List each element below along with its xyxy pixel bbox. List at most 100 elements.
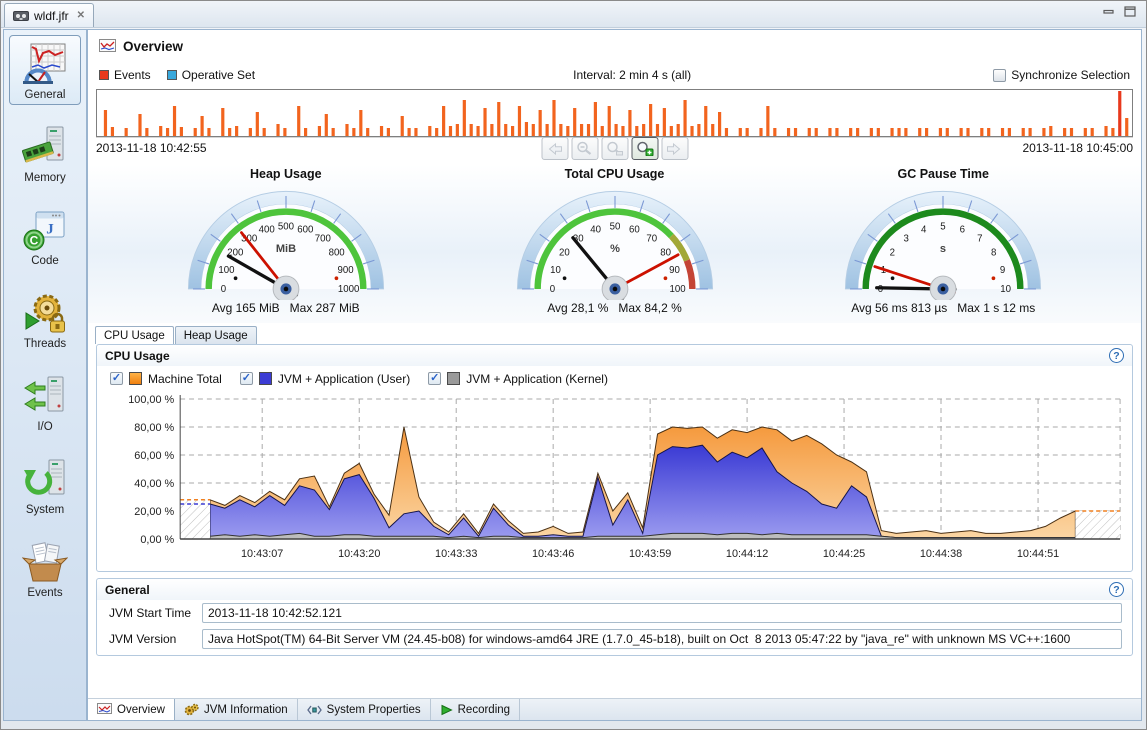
- svg-text:8: 8: [991, 247, 996, 258]
- gears-icon: [184, 703, 199, 716]
- svg-text:100,00 %: 100,00 %: [128, 394, 174, 406]
- zoom-out-button[interactable]: [571, 137, 598, 160]
- jvm-start-time-row: JVM Start Time: [97, 600, 1132, 626]
- svg-text:10:44:25: 10:44:25: [823, 548, 865, 560]
- general-section: General ? JVM Start Time JVM Version: [96, 578, 1133, 656]
- minimize-icon[interactable]: [1103, 6, 1115, 17]
- svg-text:5: 5: [941, 222, 946, 233]
- jvm-version-row: JVM Version: [97, 626, 1132, 655]
- jvm-user-checkbox[interactable]: ✓: [240, 372, 253, 385]
- sidebar-item-memory[interactable]: Memory: [9, 118, 81, 188]
- overview-tab-icon: [97, 703, 112, 716]
- chart-tab-folder: CPU Usage Heap Usage: [88, 323, 1141, 344]
- jvm-kernel-checkbox[interactable]: ✓: [428, 372, 441, 385]
- sidebar-item-system[interactable]: System: [9, 450, 81, 520]
- timeline-legend-row: Events Operative Set Interval: 2 min 4 s…: [88, 63, 1141, 87]
- gauge-title: Total CPU Usage: [484, 167, 746, 184]
- arrow-right-icon: [666, 142, 684, 156]
- magnifier-plus-icon: [636, 141, 654, 156]
- gauge-gc-pause-time: GC Pause Time 012345678910s Avg 56 ms 81…: [812, 167, 1074, 315]
- svg-text:10:43:33: 10:43:33: [435, 548, 477, 560]
- svg-text:0: 0: [878, 284, 883, 295]
- overview-page: Overview Events Operative Set Interval: …: [87, 29, 1142, 721]
- legend-operative-set: Operative Set: [167, 68, 255, 82]
- maximize-icon[interactable]: [1124, 6, 1136, 17]
- cpu-usage-chart[interactable]: 100,00 %80,00 %60,00 %40,00 %20,00 %0,00…: [103, 391, 1128, 569]
- page-tab-jvm-information[interactable]: JVM Information: [175, 699, 298, 720]
- svg-text:10:43:46: 10:43:46: [532, 548, 574, 560]
- page-tab-label: System Properties: [327, 704, 421, 716]
- sidebar-item-label: I/O: [37, 421, 52, 433]
- page-tab-label: JVM Information: [204, 704, 288, 716]
- svg-text:C: C: [30, 234, 39, 248]
- magnifier-minus-icon: [576, 141, 594, 156]
- svg-text:20: 20: [558, 247, 569, 258]
- series-label: JVM + Application (User): [278, 372, 410, 386]
- sidebar-item-code[interactable]: J C Code: [9, 201, 81, 271]
- synchronize-selection-checkbox[interactable]: [993, 69, 1006, 82]
- back-button[interactable]: [541, 137, 568, 160]
- total-cpu-usage-dial: 0102030405060708090100%: [495, 184, 735, 300]
- forward-button[interactable]: [661, 137, 688, 160]
- page-tab-bar: Overview JVM Information System Properti…: [88, 698, 1141, 720]
- editor-tab-wldf-jfr[interactable]: wldf.jfr ✕: [4, 3, 94, 27]
- help-icon[interactable]: ?: [1109, 348, 1124, 363]
- sidebar-item-threads[interactable]: Threads: [9, 284, 81, 354]
- jvm-version-field[interactable]: [202, 629, 1122, 649]
- legend-events: Events: [99, 68, 151, 82]
- svg-text:50: 50: [609, 222, 620, 233]
- svg-text:70: 70: [646, 234, 657, 245]
- help-icon[interactable]: ?: [1109, 582, 1124, 597]
- svg-text:10: 10: [1000, 284, 1011, 295]
- svg-text:10:43:20: 10:43:20: [338, 548, 380, 560]
- range-end-time: 2013-11-18 10:45:00: [1022, 141, 1133, 155]
- events-timeline-chart[interactable]: [97, 90, 1132, 136]
- legend-operative-set-label: Operative Set: [182, 68, 255, 82]
- svg-text:40: 40: [590, 225, 601, 236]
- timeline-range-row: 2013-11-18 10:42:55 2013-11-18 10:45:00: [96, 137, 1133, 165]
- svg-text:80: 80: [660, 247, 671, 258]
- sidebar-item-general[interactable]: General: [9, 35, 81, 105]
- tab-heap-usage[interactable]: Heap Usage: [175, 326, 257, 344]
- jvm-version-label: JVM Version: [109, 632, 202, 646]
- sidebar-item-events[interactable]: Events: [9, 533, 81, 603]
- tab-cpu-usage[interactable]: CPU Usage: [95, 326, 174, 344]
- svg-text:3: 3: [904, 234, 909, 245]
- svg-text:0,00 %: 0,00 %: [140, 534, 174, 546]
- gauge-stats: Avg 165 MiB Max 287 MiB: [155, 301, 417, 315]
- magnifier-range-icon: [606, 141, 624, 156]
- page-tab-label: Overview: [117, 704, 165, 716]
- page-tab-system-properties[interactable]: System Properties: [298, 699, 431, 720]
- threads-icon: [22, 290, 68, 336]
- sidebar: General Memory J C: [3, 29, 87, 721]
- page-title: Overview: [123, 39, 183, 54]
- svg-text:800: 800: [328, 247, 344, 258]
- sidebar-item-io[interactable]: I/O: [9, 367, 81, 437]
- synchronize-selection-label: Synchronize Selection: [1011, 68, 1130, 82]
- heap-usage-dial: 01002003004005006007008009001000MiB: [166, 184, 406, 300]
- svg-text:600: 600: [297, 225, 313, 236]
- page-header: Overview: [88, 30, 1141, 63]
- svg-text:10:44:12: 10:44:12: [726, 548, 768, 560]
- zoom-selection-button[interactable]: [601, 137, 628, 160]
- jvm-start-time-label: JVM Start Time: [109, 606, 202, 620]
- page-tab-overview[interactable]: Overview: [88, 699, 175, 720]
- arrow-left-icon: [546, 142, 564, 156]
- machine-total-checkbox[interactable]: ✓: [110, 372, 123, 385]
- svg-text:10:44:51: 10:44:51: [1017, 548, 1059, 560]
- svg-text:10:44:38: 10:44:38: [920, 548, 962, 560]
- svg-text:6: 6: [960, 225, 965, 236]
- svg-text:0: 0: [220, 284, 225, 295]
- svg-text:500: 500: [278, 222, 294, 233]
- zoom-in-button[interactable]: [631, 137, 658, 160]
- svg-text:7: 7: [977, 234, 982, 245]
- svg-text:10: 10: [550, 265, 561, 276]
- close-icon[interactable]: ✕: [77, 10, 85, 21]
- page-tab-recording[interactable]: Recording: [431, 699, 520, 720]
- jvm-start-time-field[interactable]: [202, 603, 1122, 623]
- sidebar-item-label: Memory: [24, 172, 66, 184]
- interval-label: Interval: 2 min 4 s (all): [271, 68, 993, 82]
- synchronize-selection[interactable]: Synchronize Selection: [993, 68, 1130, 82]
- svg-text:60,00 %: 60,00 %: [134, 450, 174, 462]
- svg-text:MiB: MiB: [276, 243, 296, 255]
